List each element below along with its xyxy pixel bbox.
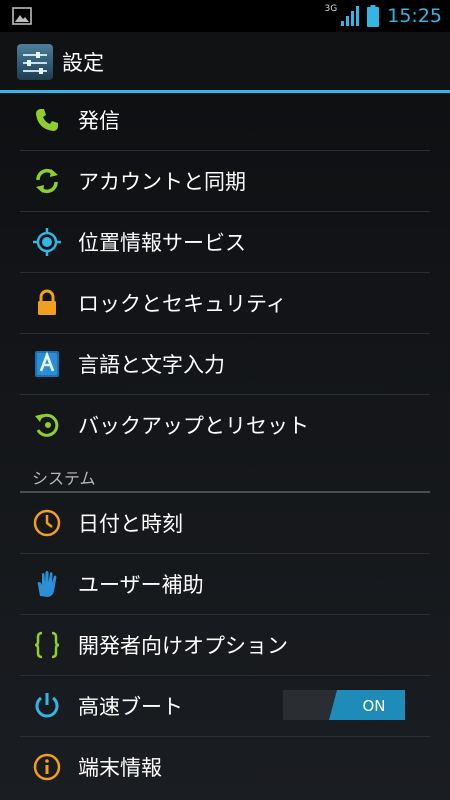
settings-item-label: 開発者向けオプション	[78, 634, 288, 658]
section-header-label: システム	[32, 469, 96, 488]
settings-item-fast-boot[interactable]: 高速ブート ON	[20, 676, 430, 737]
settings-item-call[interactable]: 発信	[20, 90, 430, 151]
toggle-state-label: ON	[362, 697, 385, 715]
lock-icon	[38, 289, 56, 315]
power-icon	[35, 693, 59, 718]
section-header-system: システム	[20, 455, 430, 493]
settings-item-device-info[interactable]: 端末情報	[20, 737, 430, 797]
braces-icon	[34, 631, 60, 659]
network-type-label: 3G	[324, 4, 338, 14]
settings-item-label: ロックとセキュリティ	[78, 292, 287, 316]
clock-time: 15:25	[387, 5, 442, 27]
backup-icon	[35, 413, 59, 437]
settings-list: 発信 アカウントと同期 位置情報サービス ロックとセキュリティ 言語と文字入力 …	[0, 90, 450, 797]
settings-item-developer-options[interactable]: 開発者向けオプション	[20, 615, 430, 676]
settings-item-lock-security[interactable]: ロックとセキュリティ	[20, 273, 430, 334]
settings-item-label: 日付と時刻	[78, 512, 183, 536]
settings-item-label: 端末情報	[78, 756, 162, 780]
action-bar: 設定	[0, 32, 450, 93]
settings-screen: 3G 15:25 設定 発信 アカウントと同期 位置情報サービス ロックとセキュ…	[0, 0, 450, 800]
settings-item-label: 高速ブート	[78, 695, 183, 719]
clock-icon	[33, 509, 61, 537]
keyboard-a-icon	[35, 351, 59, 377]
settings-item-label: バックアップとリセット	[78, 414, 309, 438]
settings-item-location[interactable]: 位置情報サービス	[20, 212, 430, 273]
settings-sliders-icon[interactable]	[17, 44, 53, 80]
settings-item-label: 位置情報サービス	[78, 231, 246, 255]
info-icon	[33, 753, 61, 781]
phone-icon	[36, 109, 58, 131]
fast-boot-toggle[interactable]: ON	[283, 690, 405, 720]
settings-item-backup-reset[interactable]: バックアップとリセット	[20, 395, 430, 455]
signal-icon	[341, 6, 360, 26]
status-bar: 3G 15:25	[0, 0, 450, 32]
hand-icon	[37, 571, 57, 597]
battery-icon	[367, 5, 380, 27]
sync-icon	[36, 168, 58, 194]
settings-item-accounts-sync[interactable]: アカウントと同期	[20, 151, 430, 212]
location-icon	[33, 228, 61, 256]
settings-item-language-input[interactable]: 言語と文字入力	[20, 334, 430, 395]
settings-item-label: アカウントと同期	[78, 170, 246, 194]
settings-item-label: 発信	[78, 109, 120, 133]
settings-item-label: ユーザー補助	[78, 573, 204, 597]
image-notification-icon	[12, 7, 32, 25]
settings-item-accessibility[interactable]: ユーザー補助	[20, 554, 430, 615]
settings-item-label: 言語と文字入力	[78, 353, 225, 377]
page-title: 設定	[62, 51, 104, 75]
settings-item-date-time[interactable]: 日付と時刻	[20, 493, 430, 554]
